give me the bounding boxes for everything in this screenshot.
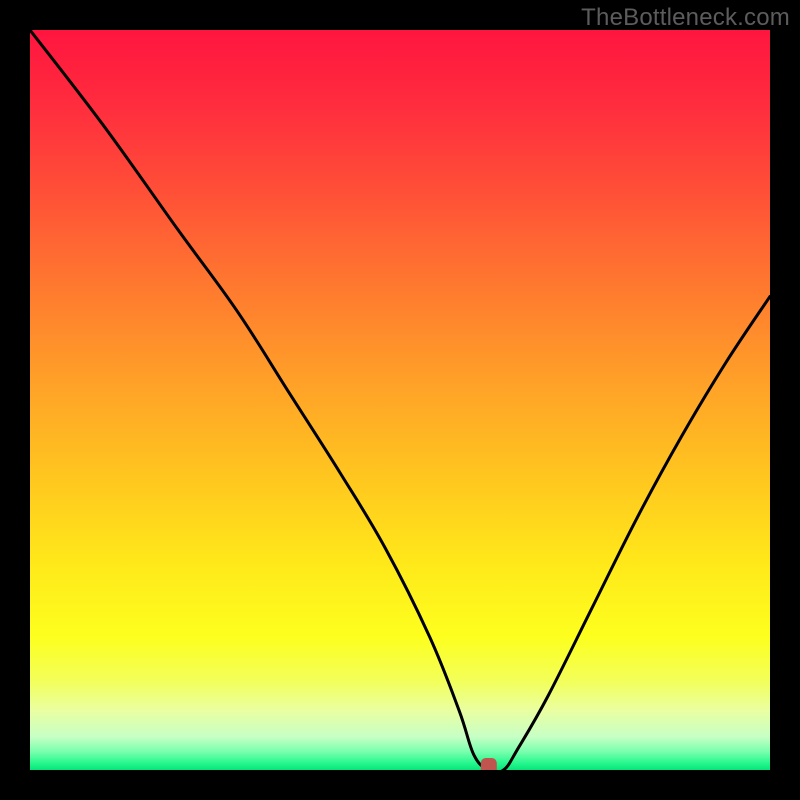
plot-area bbox=[30, 30, 770, 770]
chart-frame: TheBottleneck.com bbox=[0, 0, 800, 800]
chart-svg bbox=[30, 30, 770, 770]
gradient-background bbox=[30, 30, 770, 770]
optimum-marker bbox=[481, 758, 497, 770]
watermark-text: TheBottleneck.com bbox=[581, 4, 790, 32]
